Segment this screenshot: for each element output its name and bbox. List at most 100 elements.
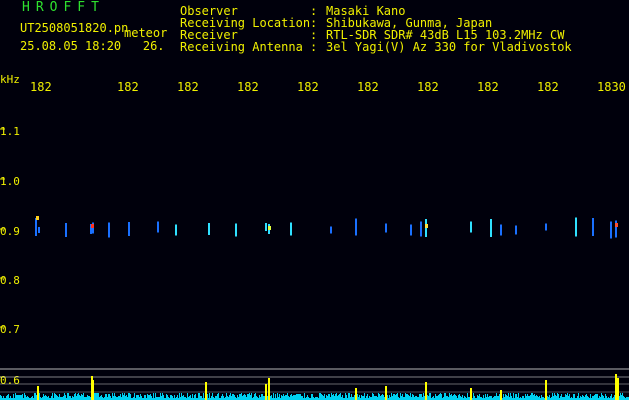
power-bar — [594, 395, 595, 400]
power-bar — [247, 394, 248, 400]
power-peak — [265, 384, 267, 400]
power-bar — [430, 393, 431, 400]
power-bar — [447, 396, 448, 400]
power-bar — [36, 395, 37, 400]
info-values: Masaki Kano Shibukawa, Gunma, Japan RTL-… — [326, 5, 572, 53]
power-bar — [458, 395, 459, 400]
hrofft-logo: HROFFT — [22, 0, 105, 15]
power-bar — [464, 396, 465, 400]
power-bar — [351, 394, 352, 400]
power-bar — [98, 393, 99, 400]
power-bar — [105, 394, 106, 400]
power-bar — [141, 396, 142, 400]
power-bar — [410, 393, 411, 400]
power-bar — [415, 396, 416, 400]
power-bar — [163, 395, 164, 400]
power-bar — [96, 393, 97, 400]
power-bar — [473, 393, 474, 400]
power-bar — [162, 393, 163, 400]
power-bar — [345, 393, 346, 400]
power-bar — [241, 393, 242, 400]
power-bar — [582, 395, 583, 400]
power-bar — [239, 394, 240, 400]
power-bar — [406, 394, 407, 400]
power-bar — [187, 393, 188, 400]
power-bar — [22, 394, 23, 400]
power-bar — [596, 394, 597, 400]
power-bar — [555, 395, 556, 400]
power-bar — [15, 393, 16, 400]
power-bar — [362, 396, 363, 400]
power-bar — [215, 396, 216, 400]
echo-streak — [355, 218, 357, 236]
echo-streak — [610, 221, 612, 239]
power-bar — [474, 396, 475, 400]
power-bar — [108, 394, 109, 400]
power-bar — [342, 395, 343, 400]
echo-streak — [38, 227, 40, 233]
power-bar — [421, 394, 422, 400]
power-bar — [552, 393, 553, 400]
echo-streak — [330, 226, 332, 234]
power-bar — [489, 396, 490, 400]
power-bar — [522, 396, 523, 400]
power-bar — [209, 393, 210, 400]
power-bar — [233, 394, 234, 400]
power-bar — [126, 395, 127, 400]
power-bar — [245, 395, 246, 400]
power-bar — [376, 396, 377, 400]
power-bar — [391, 393, 392, 400]
power-bar — [621, 395, 622, 400]
power-bar — [379, 394, 380, 400]
power-bar — [166, 394, 167, 400]
echo-streak — [175, 224, 177, 236]
power-bar — [533, 395, 534, 400]
power-bar — [487, 394, 488, 400]
power-bar — [101, 395, 102, 400]
power-bar — [554, 393, 555, 400]
power-bar — [64, 393, 65, 400]
power-bar — [558, 394, 559, 400]
power-bar — [256, 396, 257, 400]
power-bar — [292, 396, 293, 400]
power-bar — [59, 394, 60, 400]
power-bar — [409, 396, 410, 400]
power-bar — [332, 395, 333, 400]
power-bar — [72, 396, 73, 400]
power-bar — [128, 393, 129, 400]
power-bar — [81, 394, 82, 400]
power-peak — [385, 386, 387, 400]
power-bar — [110, 396, 111, 400]
antenna-label: Receiving Antenna — [180, 40, 303, 54]
power-bar — [428, 396, 429, 400]
power-bar — [151, 396, 152, 400]
power-bar — [526, 396, 527, 400]
power-bar — [283, 394, 284, 400]
power-bar — [32, 396, 33, 400]
power-bar — [381, 395, 382, 400]
power-bar — [296, 394, 297, 400]
power-bar — [593, 396, 594, 400]
power-bar — [51, 396, 52, 400]
power-bar — [230, 393, 231, 400]
power-bar — [207, 394, 208, 400]
power-bar — [189, 396, 190, 400]
power-bar — [367, 394, 368, 400]
echo-hotspot — [615, 223, 618, 227]
power-bar — [587, 396, 588, 400]
power-bar — [179, 393, 180, 400]
power-bar — [122, 393, 123, 400]
power-peak — [205, 382, 207, 400]
power-bar — [264, 396, 265, 400]
power-bar — [477, 395, 478, 400]
power-bar — [498, 396, 499, 400]
power-bar — [427, 395, 428, 400]
power-bar — [561, 394, 562, 400]
power-bar — [490, 396, 491, 400]
power-bar — [321, 394, 322, 400]
power-bar — [413, 395, 414, 400]
power-bar — [354, 395, 355, 400]
power-bar — [45, 395, 46, 400]
power-bar — [254, 394, 255, 400]
power-bar — [248, 394, 249, 400]
